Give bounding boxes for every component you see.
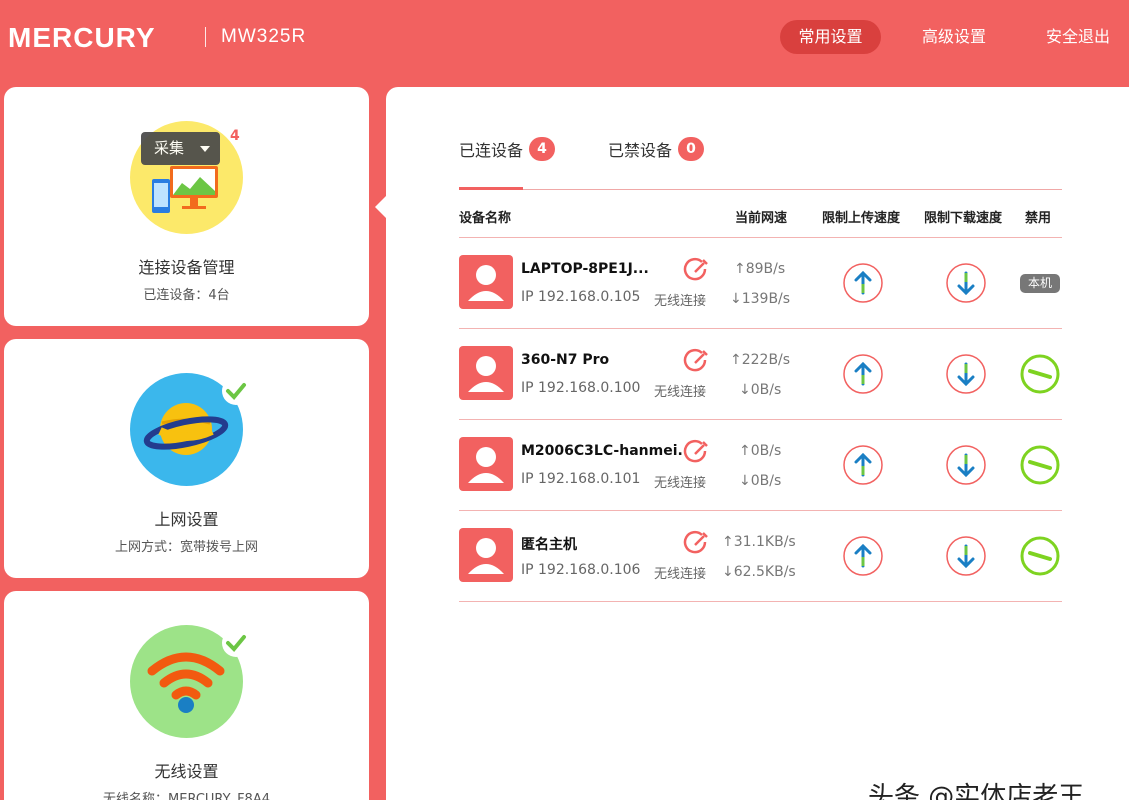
table-row: LAPTOP-8PE1J... IP 192.168.0.105 无线连接 ↑8… — [459, 237, 1062, 328]
edit-icon[interactable] — [683, 348, 709, 374]
connection-type: 无线连接 — [654, 476, 707, 491]
connection-type: 无线连接 — [654, 385, 707, 400]
edit-icon[interactable] — [683, 530, 709, 556]
chevron-down-icon — [200, 146, 210, 152]
mercury-logo: MERCURY — [8, 22, 156, 53]
router-model: MW325R — [221, 26, 307, 47]
connection-type: 无线连接 — [654, 294, 707, 309]
nav-common-settings[interactable]: 常用设置 — [780, 20, 881, 54]
arrow-down-icon: ↓ — [722, 564, 734, 580]
connection-type: 无线连接 — [654, 567, 707, 582]
tab-active-indicator — [459, 187, 523, 190]
upload-speed: ↑89B/s — [734, 261, 785, 277]
collect-label: 采集 — [154, 139, 185, 157]
tab-blocked-label: 已禁设备 — [608, 141, 673, 160]
device-ip: IP 192.168.0.106 — [521, 562, 641, 578]
upload-speed: ↑0B/s — [739, 443, 781, 459]
limit-upload-button[interactable] — [842, 444, 884, 486]
limit-upload-button[interactable] — [842, 262, 884, 304]
download-speed-value: 62.5KB/s — [733, 564, 796, 580]
download-speed: ↓0B/s — [739, 473, 781, 489]
active-card-pointer — [375, 196, 386, 218]
table-row: 匿名主机 IP 192.168.0.106 无线连接 ↑31.1KB/s ↓62… — [459, 510, 1062, 601]
arrow-up-icon: ↑ — [734, 261, 746, 277]
card-internet-settings[interactable]: 上网设置 上网方式：宽带拨号上网 — [4, 339, 369, 578]
card-title-internet: 上网设置 — [154, 510, 219, 529]
device-name: LAPTOP-8PE1J... — [521, 261, 649, 277]
arrow-up-icon: ↑ — [730, 352, 742, 368]
device-ip: IP 192.168.0.105 — [521, 289, 641, 305]
card-title-wireless: 无线设置 — [154, 762, 219, 781]
download-speed: ↓62.5KB/s — [722, 564, 796, 580]
arrow-down-icon: ↓ — [739, 473, 751, 489]
arrow-down-icon: ↓ — [730, 291, 742, 307]
limit-download-button[interactable] — [945, 444, 987, 486]
logo-divider — [205, 27, 206, 47]
upload-speed-value: 222B/s — [741, 352, 791, 368]
nav-logout[interactable]: 安全退出 — [1036, 20, 1120, 54]
device-name: 匿名主机 — [521, 537, 577, 553]
nav-advanced-settings[interactable]: 高级设置 — [912, 20, 996, 54]
download-speed: ↓0B/s — [739, 382, 781, 398]
collect-dropdown[interactable]: 采集 — [141, 132, 220, 165]
card-device-management[interactable]: 采集 4 连接设备管理 已连设备：4台 — [4, 87, 369, 326]
avatar-icon — [459, 346, 513, 400]
limit-download-button[interactable] — [945, 535, 987, 577]
tab-connected-label: 已连设备 — [459, 141, 524, 160]
tab-blocked-devices[interactable]: 已禁设备 0 — [608, 137, 705, 163]
limit-upload-button[interactable] — [842, 535, 884, 577]
table-row: 360-N7 Pro IP 192.168.0.100 无线连接 ↑222B/s… — [459, 328, 1062, 419]
row-divider — [459, 601, 1062, 602]
col-header-name: 设备名称 — [459, 211, 512, 226]
table-row: M2006C3LC-hanmei. IP 192.168.0.101 无线连接 … — [459, 419, 1062, 510]
download-speed-value: 0B/s — [750, 473, 782, 489]
limit-download-button[interactable] — [945, 262, 987, 304]
avatar-icon — [459, 528, 513, 582]
card-sub-wireless: 无线名称：MERCURY_F8A4 — [103, 792, 270, 800]
arrow-up-icon: ↑ — [722, 534, 734, 550]
download-speed-value: 0B/s — [750, 382, 782, 398]
check-icon — [222, 377, 250, 405]
edit-icon[interactable] — [683, 439, 709, 465]
device-name: M2006C3LC-hanmei. — [521, 443, 683, 459]
blocked-count-badge: 0 — [678, 137, 705, 161]
edit-icon[interactable] — [683, 257, 709, 283]
col-header-speed: 当前网速 — [735, 211, 788, 226]
card-title-devices: 连接设备管理 — [138, 258, 235, 277]
upload-speed-value: 0B/s — [750, 443, 782, 459]
col-header-ban: 禁用 — [1025, 211, 1052, 226]
ban-device-button[interactable] — [1019, 535, 1061, 577]
upload-speed: ↑31.1KB/s — [722, 534, 796, 550]
ban-device-button[interactable] — [1019, 353, 1061, 395]
watermark-text: 头条 @实体店老王 — [868, 782, 1085, 800]
tab-divider — [459, 189, 1062, 190]
avatar-icon — [459, 255, 513, 309]
col-header-limit-up: 限制上传速度 — [822, 211, 901, 226]
check-icon — [222, 629, 250, 657]
upload-speed-value: 89B/s — [745, 261, 786, 277]
card-sub-devices: 已连设备：4台 — [143, 288, 230, 303]
download-speed-value: 139B/s — [741, 291, 791, 307]
download-speed: ↓139B/s — [730, 291, 790, 307]
device-count-badge: 4 — [230, 128, 240, 144]
ban-device-button[interactable] — [1019, 444, 1061, 486]
col-header-limit-down: 限制下载速度 — [924, 211, 1003, 226]
device-name: 360-N7 Pro — [521, 352, 610, 368]
tab-connected-devices[interactable]: 已连设备 4 — [459, 137, 556, 163]
arrow-up-icon: ↑ — [739, 443, 751, 459]
device-ip: IP 192.168.0.100 — [521, 380, 641, 396]
device-panel: 已连设备 4 已禁设备 0 设备名称 当前网速 限制上传速度 限制下载速度 禁用 L… — [386, 87, 1129, 800]
card-wireless-settings[interactable]: 无线设置 无线名称：MERCURY_F8A4 — [4, 591, 369, 800]
upload-speed-value: 31.1KB/s — [733, 534, 796, 550]
upload-speed: ↑222B/s — [730, 352, 790, 368]
device-ip: IP 192.168.0.101 — [521, 471, 641, 487]
this-device-tag: 本机 — [1020, 274, 1060, 293]
connected-count-badge: 4 — [529, 137, 556, 161]
limit-download-button[interactable] — [945, 353, 987, 395]
arrow-down-icon: ↓ — [739, 382, 751, 398]
limit-upload-button[interactable] — [842, 353, 884, 395]
avatar-icon — [459, 437, 513, 491]
card-sub-internet: 上网方式：宽带拨号上网 — [114, 540, 258, 555]
